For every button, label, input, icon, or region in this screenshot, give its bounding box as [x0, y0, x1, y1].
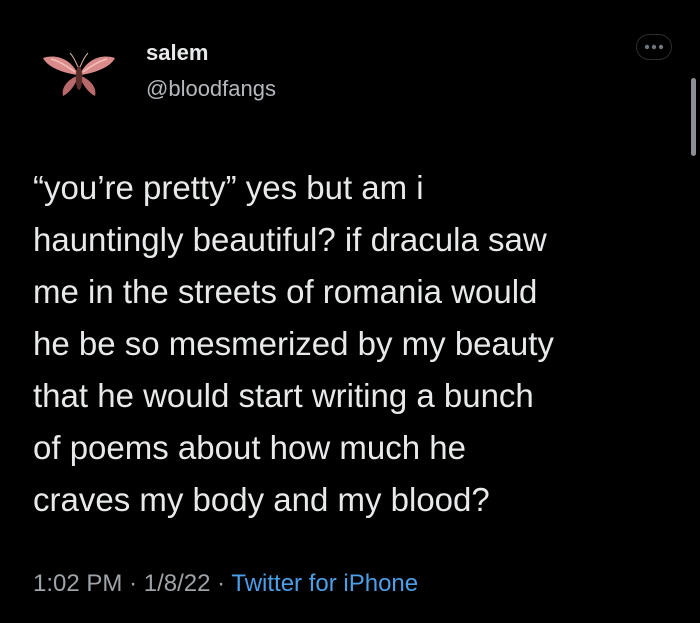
more-options-icon: [636, 34, 672, 60]
tweet-text-line: me in the streets of romania would: [33, 273, 538, 310]
tweet-text-line: that he would start writing a bunch: [33, 377, 534, 414]
moth-avatar-icon: [33, 28, 125, 120]
tweet-time[interactable]: 1:02 PM: [33, 570, 122, 597]
tweet-source-link[interactable]: Twitter for iPhone: [231, 570, 418, 597]
meta-separator: ·: [129, 570, 138, 597]
avatar[interactable]: [33, 28, 125, 120]
tweet-text-line: hauntingly beautiful? if dracula saw: [33, 221, 547, 258]
tweet-date[interactable]: 1/8/22: [144, 570, 211, 597]
tweet-text-line: of poems about how much he: [33, 429, 466, 466]
display-name[interactable]: salem: [146, 40, 208, 66]
scrollbar[interactable]: [691, 78, 696, 156]
tweet-text-line: craves my body and my blood?: [33, 481, 490, 518]
username-handle[interactable]: @bloodfangs: [146, 76, 276, 102]
tweet-text-line: he be so mesmerized by my beauty: [33, 325, 554, 362]
more-options-button[interactable]: [636, 34, 672, 60]
tweet-metadata: 1:02 PM · 1/8/22 · Twitter for iPhone: [33, 570, 418, 598]
tweet-card: salem @bloodfangs “you’re pretty” yes bu…: [0, 0, 700, 623]
tweet-text: “you’re pretty” yes but am i hauntingly …: [33, 162, 673, 526]
meta-separator: ·: [217, 570, 226, 597]
tweet-text-line: “you’re pretty” yes but am i: [33, 169, 424, 206]
